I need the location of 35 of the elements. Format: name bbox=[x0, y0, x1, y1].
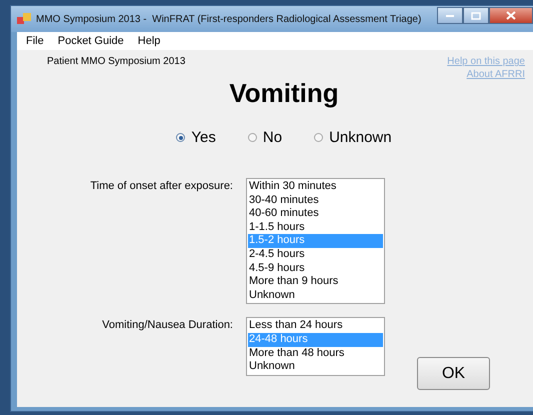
minimize-icon bbox=[445, 14, 455, 18]
radio-option[interactable]: Yes bbox=[176, 129, 216, 146]
radio-icon[interactable] bbox=[314, 133, 324, 142]
close-button[interactable] bbox=[489, 7, 533, 24]
menu-item[interactable]: File bbox=[19, 35, 51, 47]
menu-item[interactable]: Pocket Guide bbox=[50, 35, 131, 47]
list-option[interactable]: More than 9 hours bbox=[248, 275, 383, 289]
field-label: Vomiting/Nausea Duration: bbox=[101, 318, 234, 332]
radio-option[interactable]: No bbox=[248, 129, 282, 146]
radio-option[interactable]: Unknown bbox=[314, 129, 392, 146]
list-option[interactable]: Within 30 minutes bbox=[248, 180, 383, 194]
radio-icon[interactable] bbox=[176, 133, 186, 142]
app-icon bbox=[17, 13, 31, 25]
close-icon bbox=[506, 11, 516, 20]
field-label: Time of onset after exposure: bbox=[89, 179, 234, 192]
radio-icon[interactable] bbox=[248, 133, 257, 142]
page-heading: Vomiting bbox=[228, 78, 340, 109]
patient-label: Patient MMO Symposium 2013 bbox=[47, 56, 186, 69]
list-option[interactable]: 30-40 minutes bbox=[248, 194, 383, 208]
maximize-icon bbox=[471, 12, 481, 20]
minimize-button[interactable] bbox=[437, 7, 463, 24]
list-option[interactable]: 40-60 minutes bbox=[248, 207, 383, 221]
list-option[interactable]: 2-4.5 hours bbox=[248, 248, 383, 262]
list-box[interactable]: Within 30 minutes 30-40 minutes 40-60 minutes 1-1.5 hours 1.5-2 hours 2-4.5 hours 4.5-9 hours More than 9 hours Unknown bbox=[246, 178, 385, 304]
list-option[interactable]: Less than 24 hours bbox=[248, 319, 383, 333]
ok-button[interactable]: OK bbox=[417, 357, 490, 390]
list-option[interactable]: More than 48 hours bbox=[248, 346, 383, 360]
window-title: MMO Symposium 2013 - WinFRAT (First-responders Radiological Assessment Triage) bbox=[36, 14, 422, 24]
menu-item[interactable]: Help bbox=[130, 35, 168, 47]
list-option[interactable]: 4.5-9 hours bbox=[248, 262, 383, 276]
list-option[interactable]: Unknown bbox=[248, 360, 383, 374]
maximize-button[interactable] bbox=[463, 7, 489, 24]
list-box[interactable]: Less than 24 hours 24-48 hours More than 48 hours Unknown bbox=[246, 317, 385, 376]
list-option[interactable]: 1-1.5 hours bbox=[248, 220, 383, 234]
list-option[interactable]: Unknown bbox=[248, 288, 383, 302]
